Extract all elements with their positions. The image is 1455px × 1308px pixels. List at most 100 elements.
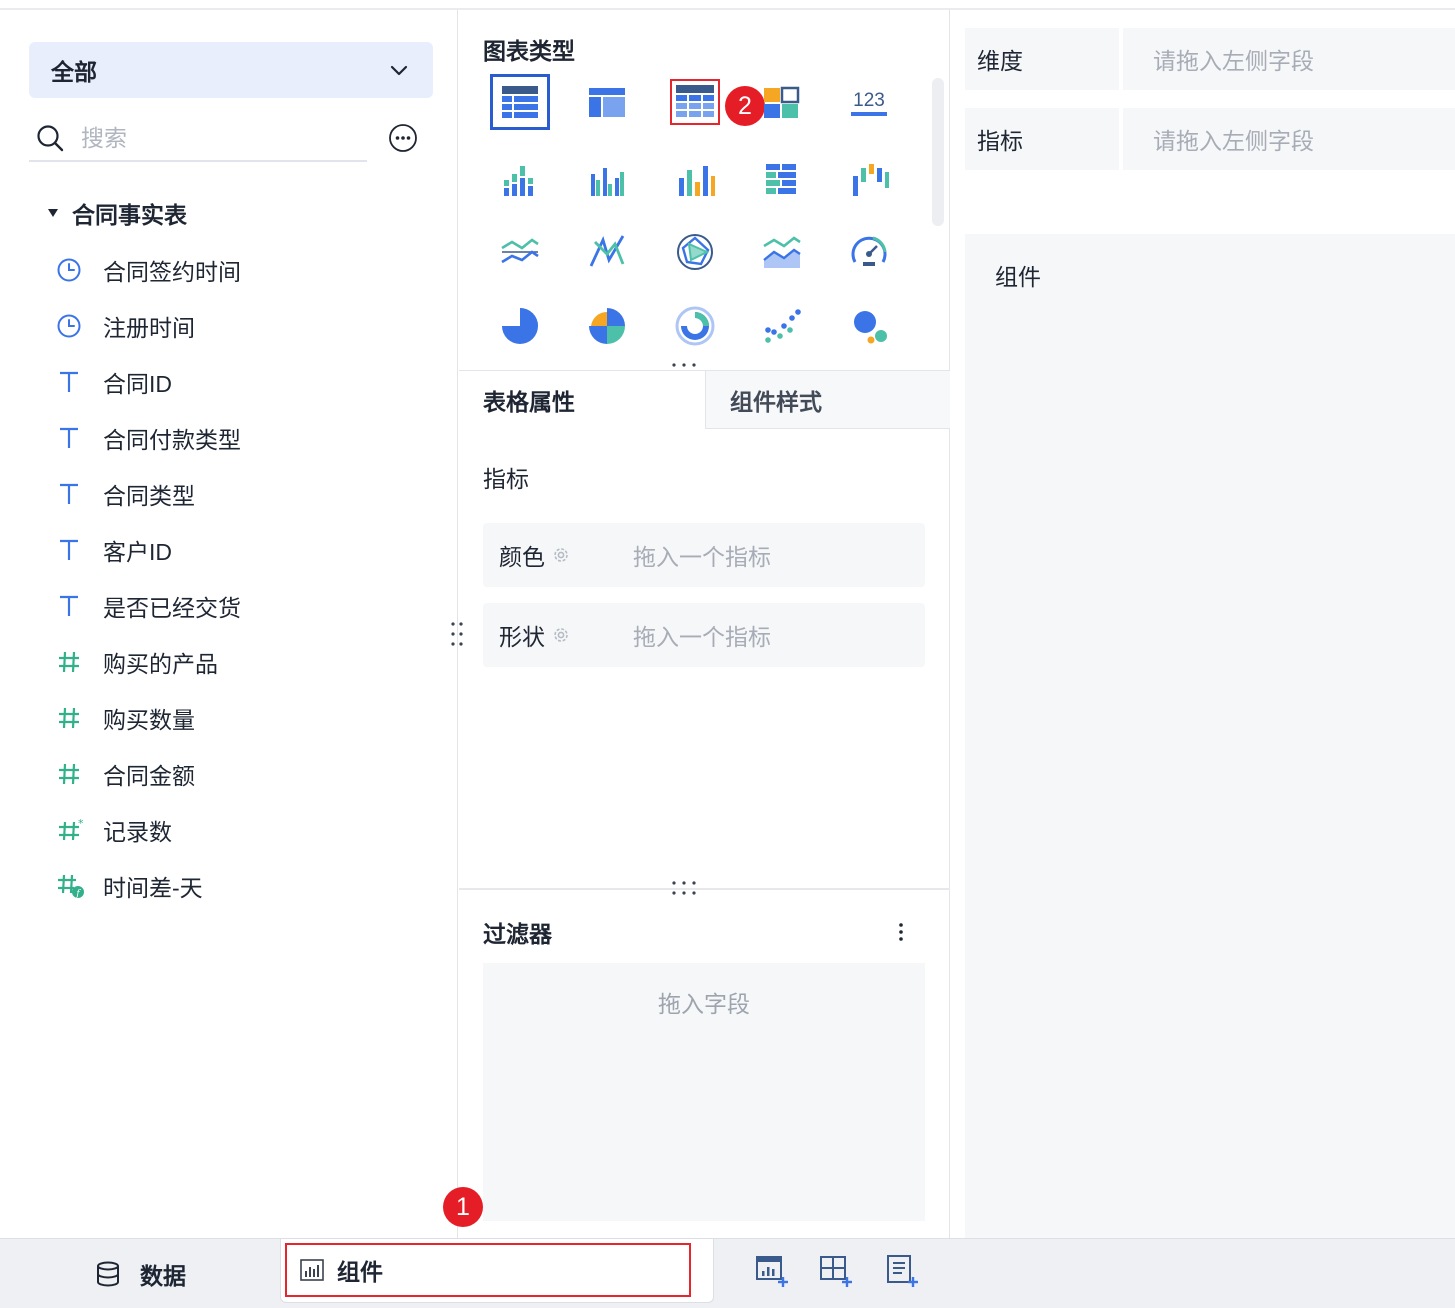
tab-component-highlight: 组件: [285, 1243, 691, 1297]
add-chart-component-icon[interactable]: [754, 1253, 790, 1289]
chart-type-grouped-bar[interactable]: [577, 152, 637, 208]
component-canvas[interactable]: 组件: [965, 234, 1455, 1238]
chart-type-detail-table[interactable]: [490, 74, 550, 130]
scope-select[interactable]: 全部: [29, 42, 433, 98]
dimension-drop-zone[interactable]: 请拖入左侧字段: [1123, 28, 1455, 90]
calculated-field-icon: f: [56, 872, 86, 900]
metric-drop-zone[interactable]: 请拖入左侧字段: [1123, 108, 1455, 170]
filter-drop-zone[interactable]: 拖入字段: [483, 963, 925, 1221]
chart-type-kpi-number[interactable]: 123: [839, 74, 899, 130]
field-item[interactable]: f 时间差-天: [56, 858, 241, 914]
scatter-chart-icon: [765, 309, 801, 343]
filter-divider: [459, 888, 950, 890]
chart-type-radar[interactable]: [665, 224, 725, 280]
field-item[interactable]: 合同ID: [56, 354, 241, 410]
field-label: 合同金额: [103, 763, 195, 789]
grouped-table-icon: [589, 88, 625, 117]
dimension-label: 维度: [965, 28, 1119, 90]
chart-type-stacked-bar[interactable]: [490, 152, 550, 208]
chevron-down-icon: [390, 65, 408, 76]
record-count-icon: *: [56, 817, 86, 843]
number-type-icon: [56, 649, 86, 675]
chart-type-donut[interactable]: [665, 298, 725, 354]
text-type-icon: [56, 537, 86, 563]
field-item[interactable]: 客户ID: [56, 522, 241, 578]
chart-type-multi-line[interactable]: [490, 224, 550, 280]
tab-component[interactable]: 组件: [280, 1239, 714, 1303]
waterfall-icon: [853, 164, 889, 196]
chart-type-dashboard-card[interactable]: [752, 74, 812, 130]
field-label: 合同ID: [103, 371, 172, 397]
metric-row: 指标 请拖入左侧字段: [965, 108, 1455, 170]
field-item[interactable]: 合同签约时间: [56, 242, 241, 298]
field-item[interactable]: 注册时间: [56, 298, 241, 354]
chart-type-cross-table[interactable]: [670, 79, 720, 125]
field-item[interactable]: * 记录数: [56, 802, 241, 858]
field-label: 合同签约时间: [103, 259, 241, 285]
field-item[interactable]: 合同付款类型: [56, 410, 241, 466]
clock-icon: [56, 313, 86, 339]
field-label: 合同付款类型: [103, 427, 241, 453]
shape-drop-zone[interactable]: 形状 拖入一个指标: [483, 603, 925, 667]
color-drop-zone[interactable]: 颜色 拖入一个指标: [483, 523, 925, 587]
rose-chart-icon: [589, 308, 625, 344]
search-bar: [29, 116, 367, 162]
field-item[interactable]: 是否已经交货: [56, 578, 241, 634]
number-type-icon: [56, 761, 86, 787]
table-group-header[interactable]: 合同事实表: [48, 196, 187, 230]
chart-type-grouped-table[interactable]: [577, 74, 637, 130]
field-item[interactable]: 购买数量: [56, 690, 241, 746]
detail-table-icon: [502, 86, 538, 118]
field-item[interactable]: 购买的产品: [56, 634, 241, 690]
chart-type-scrollbar[interactable]: [932, 78, 944, 226]
horizontal-bar-icon: [766, 164, 796, 194]
text-type-icon: [56, 481, 86, 507]
chart-type-rose[interactable]: [577, 298, 637, 354]
chart-type-horizontal-bar[interactable]: [752, 152, 812, 208]
search-input[interactable]: [81, 124, 341, 152]
multi-line-icon: [501, 238, 539, 264]
bubble-chart-icon: [854, 311, 887, 344]
chart-type-pie[interactable]: [490, 298, 550, 354]
line-chart-icon: [589, 235, 625, 267]
collapse-triangle-icon: [48, 209, 58, 217]
more-options-icon[interactable]: [388, 123, 418, 153]
chart-type-scatter[interactable]: [752, 298, 812, 354]
vertical-more-icon[interactable]: [891, 918, 911, 948]
color-drop-placeholder: 拖入一个指标: [633, 544, 771, 570]
filter-title: 过滤器: [483, 921, 552, 947]
field-item[interactable]: 合同金额: [56, 746, 241, 802]
kpi-number-icon: 123: [851, 90, 887, 116]
search-icon: [37, 125, 64, 152]
gear-icon[interactable]: [551, 545, 571, 565]
metric-label: 指标: [965, 108, 1119, 170]
metric-section-label: 指标: [483, 466, 529, 492]
bottom-tab-bar: 数据 组件 1: [0, 1187, 1455, 1308]
tab-data[interactable]: 数据: [0, 1239, 280, 1308]
field-label: 时间差-天: [103, 875, 203, 901]
property-tabs: 表格属性 组件样式: [459, 370, 950, 429]
dimension-row: 维度 请拖入左侧字段: [965, 28, 1455, 90]
tab-component-style[interactable]: 组件样式: [705, 371, 950, 429]
field-label: 记录数: [103, 819, 172, 845]
add-layout-component-icon[interactable]: [818, 1253, 854, 1289]
resize-grip-icon[interactable]: [669, 878, 699, 898]
chart-type-area[interactable]: [752, 224, 812, 280]
svg-text:*: *: [78, 817, 84, 830]
clock-icon: [56, 257, 86, 283]
shape-drop-placeholder: 拖入一个指标: [633, 624, 771, 650]
field-label: 是否已经交货: [103, 595, 241, 621]
stacked-bar-icon: [504, 166, 533, 196]
chart-type-bubble[interactable]: [839, 298, 899, 354]
chart-type-multicolor-bar[interactable]: [665, 152, 725, 208]
step-badge-1: 1: [443, 1187, 483, 1227]
gear-icon[interactable]: [551, 625, 571, 645]
chart-canvas-panel: 维度 请拖入左侧字段 指标 请拖入左侧字段 组件: [951, 10, 1455, 1238]
add-report-component-icon[interactable]: [884, 1253, 920, 1289]
component-title: 组件: [995, 264, 1041, 290]
chart-type-line[interactable]: [577, 224, 637, 280]
chart-type-waterfall[interactable]: [839, 152, 899, 208]
tab-table-properties[interactable]: 表格属性: [459, 371, 705, 429]
chart-type-gauge[interactable]: [839, 224, 899, 280]
field-item[interactable]: 合同类型: [56, 466, 241, 522]
